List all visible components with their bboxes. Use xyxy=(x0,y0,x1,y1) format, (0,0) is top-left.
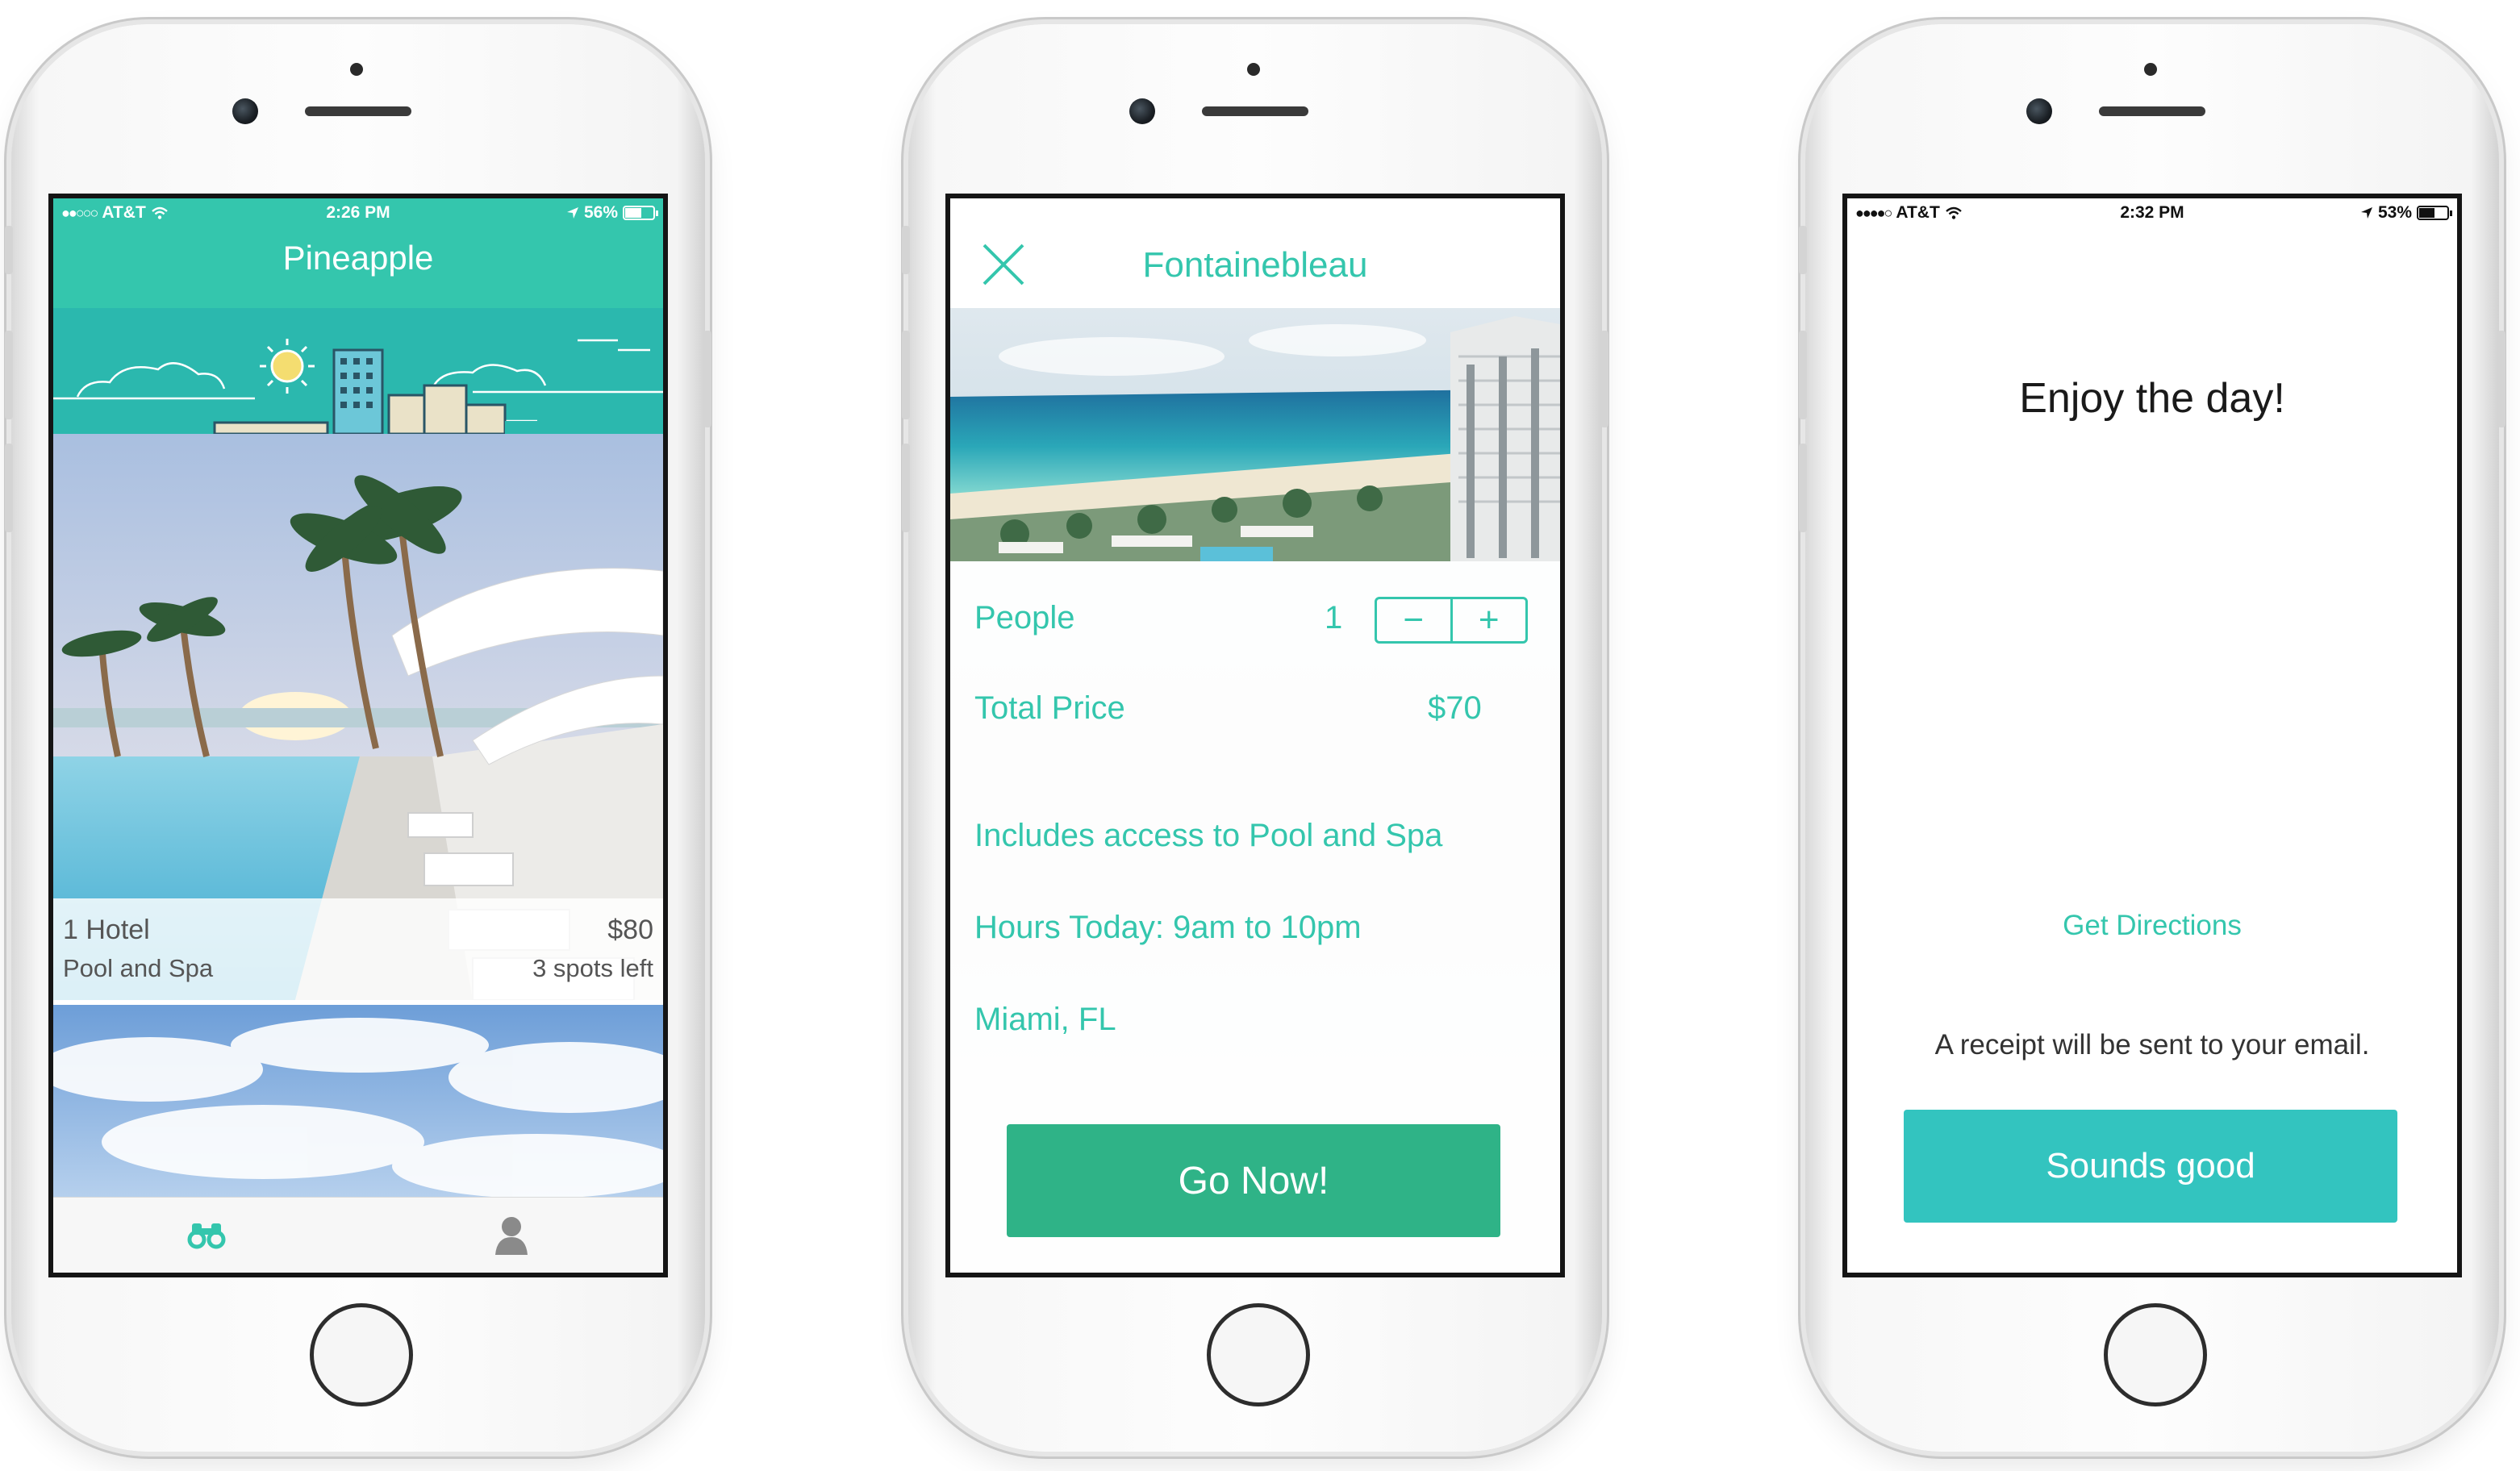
power-button xyxy=(1600,331,1608,427)
receipt-note: A receipt will be sent to your email. xyxy=(1934,1029,2370,1061)
sky-photo xyxy=(53,1005,663,1206)
binoculars-icon xyxy=(187,1223,226,1249)
volume-up-button xyxy=(902,331,910,419)
screen-browse: ●●○○○ AT&T 2:26 PM 56% Pineapple 1 Hotel… xyxy=(48,194,668,1277)
carrier-label: AT&T xyxy=(1896,203,1940,222)
mute-switch xyxy=(1799,226,1807,274)
front-camera xyxy=(1129,98,1155,124)
mute-switch xyxy=(5,226,13,274)
listing-availability: 3 spots left xyxy=(532,954,653,982)
decrement-button[interactable]: − xyxy=(1377,599,1450,641)
battery-percent: 56% xyxy=(583,203,618,222)
home-button[interactable] xyxy=(1207,1303,1310,1406)
sounds-good-button[interactable]: Sounds good xyxy=(1904,1110,2397,1223)
listing-name: 1 Hotel xyxy=(63,915,150,945)
wifi-icon xyxy=(152,206,168,219)
location-arrow-icon xyxy=(566,207,578,219)
volume-down-button xyxy=(5,444,13,532)
tab-profile[interactable] xyxy=(487,1214,536,1256)
earpiece-speaker xyxy=(1202,106,1308,116)
listing-caption: 1 Hotel $80 Pool and Spa 3 spots left xyxy=(53,898,663,1000)
hotel-beach-photo xyxy=(950,308,1560,561)
signal-dots-icon: ●●●●○ xyxy=(1855,204,1892,221)
carrier-label: AT&T xyxy=(102,203,146,222)
front-camera xyxy=(2026,98,2052,124)
power-button xyxy=(2497,331,2505,427)
go-now-button[interactable]: Go Now! xyxy=(1007,1124,1500,1237)
earpiece-speaker xyxy=(305,106,411,116)
battery-icon xyxy=(2417,206,2452,220)
signal-dots-icon: ●●○○○ xyxy=(61,204,98,221)
listing-card-next[interactable] xyxy=(53,1005,663,1206)
increment-button[interactable]: + xyxy=(1450,599,1526,641)
detail-access: Includes access to Pool and Spa xyxy=(974,818,1443,853)
listing-category: Pool and Spa xyxy=(63,954,214,982)
volume-up-button xyxy=(5,331,13,419)
confirmation-title: Enjoy the day! xyxy=(2019,375,2285,422)
total-price-label: Total Price xyxy=(974,690,1125,726)
battery-icon xyxy=(623,206,658,220)
location-arrow-icon xyxy=(2360,207,2372,219)
earpiece-speaker xyxy=(2099,106,2205,116)
detail-title: Fontainebleau xyxy=(1142,245,1368,285)
volume-up-button xyxy=(1799,331,1807,419)
proximity-sensor xyxy=(1247,63,1260,76)
tab-bar xyxy=(53,1197,663,1273)
proximity-sensor xyxy=(350,63,363,76)
screen-detail: Fontainebleau People 1 − + Total Price $… xyxy=(945,194,1565,1277)
total-price-value: $70 xyxy=(1428,690,1482,726)
people-count: 1 xyxy=(1325,600,1343,635)
detail-header: Fontainebleau xyxy=(950,198,1560,308)
status-bar: ●●○○○ AT&T 2:26 PM 56% xyxy=(53,198,663,227)
proximity-sensor xyxy=(2144,63,2157,76)
listing-price: $80 xyxy=(607,915,653,945)
home-button[interactable] xyxy=(2104,1303,2207,1406)
detail-location: Miami, FL xyxy=(974,1002,1116,1037)
power-button xyxy=(703,331,711,427)
volume-down-button xyxy=(902,444,910,532)
profile-icon xyxy=(495,1217,528,1255)
detail-hours: Hours Today: 9am to 10pm xyxy=(974,910,1362,945)
wifi-icon xyxy=(1946,206,1962,219)
volume-down-button xyxy=(1799,444,1807,532)
listing-card[interactable]: 1 Hotel $80 Pool and Spa 3 spots left xyxy=(53,434,663,1000)
screen-confirmation: ●●●●○ AT&T 2:32 PM 53% Enjoy the day! Ge… xyxy=(1842,194,2462,1277)
city-skyline-banner xyxy=(53,308,663,434)
app-title: Pineapple xyxy=(282,239,434,277)
tab-explore[interactable] xyxy=(182,1214,231,1256)
mute-switch xyxy=(902,226,910,274)
people-stepper[interactable]: − + xyxy=(1375,597,1528,644)
phone-frame-detail: Fontainebleau People 1 − + Total Price $… xyxy=(902,24,1608,1452)
phone-frame-confirmation: ●●●●○ AT&T 2:32 PM 53% Enjoy the day! Ge… xyxy=(1799,24,2505,1452)
app-header: ●●○○○ AT&T 2:26 PM 56% Pineapple xyxy=(53,198,663,308)
battery-percent: 53% xyxy=(2377,203,2412,222)
home-button[interactable] xyxy=(310,1303,413,1406)
front-camera xyxy=(232,98,258,124)
status-bar: ●●●●○ AT&T 2:32 PM 53% xyxy=(1847,198,2457,227)
get-directions-link[interactable]: Get Directions xyxy=(1847,910,2457,942)
people-label: People xyxy=(974,600,1075,635)
phone-frame-browse: ●●○○○ AT&T 2:26 PM 56% Pineapple 1 Hotel… xyxy=(5,24,711,1452)
